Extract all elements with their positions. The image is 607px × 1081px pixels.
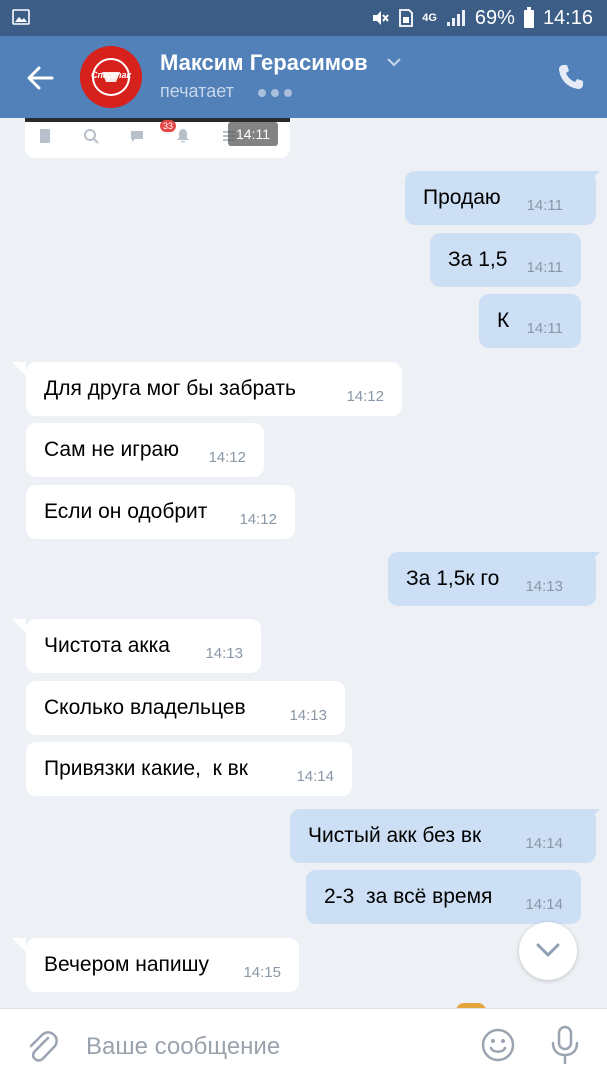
message-text: 2-3 за всё время — [324, 885, 493, 908]
microphone-icon[interactable] — [550, 1025, 580, 1065]
message-bubble-incoming[interactable]: Для друга мог бы забрать 14:12 — [26, 362, 402, 416]
notification-badge: 33 — [160, 120, 177, 132]
message-time: 14:11 — [526, 320, 563, 337]
bubble-tail — [586, 809, 600, 823]
message-bubble-outgoing[interactable]: Чистый акк без вк 14:14 — [290, 809, 596, 863]
image-icon — [12, 9, 30, 25]
message-text: Чистый акк без вк — [308, 824, 482, 847]
message-input-bar: Ваше сообщение — [0, 1008, 607, 1081]
scroll-down-button[interactable] — [519, 922, 577, 980]
messages-icon — [131, 131, 143, 142]
status-bar: 4G 69% 14:16 — [0, 0, 607, 36]
message-text: Сколько владельцев — [44, 696, 246, 719]
message-bubble-incoming[interactable]: Сам не играю 14:12 — [26, 423, 264, 477]
network-label: 4G — [422, 12, 437, 24]
back-arrow-icon[interactable] — [24, 62, 56, 94]
bubble-tail — [12, 362, 26, 376]
news-icon — [40, 129, 50, 143]
message-list[interactable]: 33 14:11 Продаю 14:11 За 1,5 14:11 К 14:… — [0, 118, 607, 1008]
message-time: 14:12 — [208, 449, 246, 466]
message-bubble-incoming[interactable]: Чистота акка 14:13 — [26, 619, 261, 673]
emoji-icon[interactable] — [480, 1027, 516, 1063]
message-time: 14:13 — [289, 707, 327, 724]
typing-status: печатает — [160, 81, 234, 101]
message-bubble-outgoing[interactable]: К 14:11 — [479, 294, 581, 348]
bubble-tail — [586, 171, 600, 185]
avatar[interactable]: Спартак — [80, 46, 142, 108]
search-icon — [84, 129, 99, 144]
message-bubble-incoming[interactable]: Привязки какие, к вк 14:14 — [26, 742, 352, 796]
chevron-down-icon[interactable] — [386, 56, 402, 68]
message-time: 14:15 — [243, 964, 281, 981]
message-bubble-incoming[interactable]: Сколько владельцев 14:13 — [26, 681, 345, 735]
message-time: 14:11 — [526, 259, 563, 276]
message-text: Для друга мог бы забрать — [44, 377, 296, 400]
battery-icon — [523, 7, 534, 28]
preview-time: 14:11 — [228, 122, 278, 146]
message-bubble-incoming[interactable]: Вечером напишу 14:15 — [26, 938, 299, 992]
bubble-tail — [12, 619, 26, 633]
message-text: Вечером напишу — [44, 953, 209, 976]
message-bubble-outgoing[interactable]: За 1,5к го 14:13 — [388, 552, 596, 606]
chat-header: Спартак Максим Герасимов печатает — [0, 36, 607, 118]
bubble-tail — [586, 552, 600, 566]
battery-percent: 69% — [474, 6, 515, 29]
message-text: Сам не играю — [44, 438, 179, 461]
message-text: За 1,5 — [448, 248, 508, 271]
message-text: К — [497, 309, 510, 332]
attach-icon[interactable] — [24, 1029, 60, 1065]
message-bubble-outgoing[interactable]: Продаю 14:11 — [405, 171, 596, 225]
bubble-tail — [12, 938, 26, 952]
signal-icon — [446, 10, 465, 26]
message-input[interactable]: Ваше сообщение — [86, 1033, 280, 1061]
message-bubble-outgoing[interactable]: 2-3 за всё время 14:14 — [306, 870, 581, 924]
link-preview-card[interactable]: 33 14:11 — [25, 118, 290, 158]
bell-icon — [177, 129, 189, 143]
message-text: Если он одобрит — [44, 500, 208, 523]
message-time: 14:11 — [526, 197, 563, 214]
mute-icon — [373, 11, 389, 25]
message-text: Привязки какие, к вк — [44, 757, 248, 780]
message-text: Продаю — [423, 186, 501, 209]
message-text: За 1,5к го — [406, 567, 500, 590]
message-text: Чистота акка — [44, 634, 170, 657]
message-time: 14:14 — [296, 768, 334, 785]
message-time: 14:14 — [525, 896, 563, 913]
phone-icon[interactable] — [556, 62, 586, 92]
message-time: 14:14 — [525, 835, 563, 852]
message-time: 14:12 — [346, 388, 384, 405]
chevron-down-icon — [536, 943, 560, 957]
message-time: 14:13 — [525, 578, 563, 595]
message-bubble-incoming[interactable]: Если он одобрит 14:12 — [26, 485, 295, 539]
message-time: 14:12 — [239, 511, 277, 528]
avatar-text: Спартак — [90, 70, 132, 80]
message-bubble-outgoing[interactable]: За 1,5 14:11 — [430, 233, 581, 287]
message-time: 14:13 — [205, 645, 243, 662]
contact-name[interactable]: Максим Герасимов — [160, 50, 368, 76]
sim-icon — [399, 9, 414, 27]
clock: 14:16 — [542, 6, 593, 29]
typing-dots — [258, 89, 292, 97]
